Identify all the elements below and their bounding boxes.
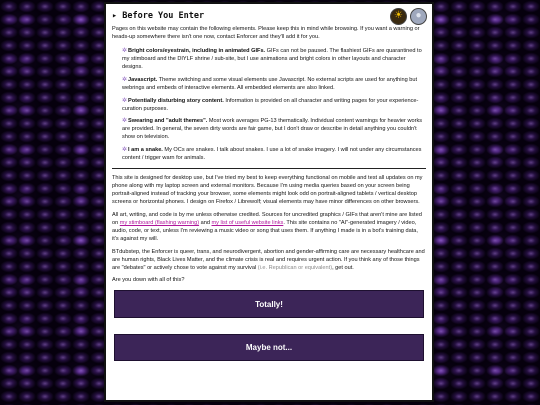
accept-button[interactable]: Totally!	[114, 290, 424, 319]
politics-notice: BTdubstep, the Enforcer is queer, trans,…	[112, 249, 426, 273]
warning-label: Potentially disturbing story content.	[128, 97, 224, 104]
sparkle-icon: ✲	[122, 147, 128, 154]
stimboard-link[interactable]: my stimboard (flashing warning)	[120, 220, 199, 226]
divider	[112, 168, 426, 170]
decline-button[interactable]: Maybe not...	[114, 334, 424, 362]
politics-text: , get out.	[332, 264, 354, 271]
theme-switcher: ☀ ●	[390, 7, 427, 25]
confirm-question: Are you down with all of this?	[112, 277, 185, 284]
dialog-titlebar: ▸ Before You Enter ☀ ●	[106, 4, 432, 26]
sparkle-icon: ✲	[122, 97, 128, 104]
dialog-title: ▸ Before You Enter	[112, 11, 205, 21]
warning-item: ✲Javascript. Theme switching and some vi…	[122, 76, 426, 93]
warning-item: ✲Swearing and "adult themes". Most work …	[122, 117, 426, 142]
credits-text: and	[199, 219, 212, 226]
warning-text: Theme switching and some visual elements…	[122, 76, 418, 91]
warning-item: ✲Bright colors/eyestrain, including in a…	[122, 47, 426, 72]
warning-item: ✲I am a snake. My OCs are snakes. I talk…	[122, 146, 426, 163]
politics-aside: (i.e. Republican or equivalent)	[257, 264, 333, 271]
moon-icon[interactable]: ●	[410, 7, 427, 25]
warning-label: I am a snake.	[128, 147, 163, 154]
desktop-notice: This site is designed for desktop use, b…	[112, 175, 423, 205]
warning-label: Swearing and "adult themes".	[128, 118, 208, 125]
warning-label: Javascript.	[128, 76, 158, 83]
useful-links-link[interactable]: my list of useful website links	[212, 220, 284, 226]
intro-text: Pages on this website may contain the fo…	[112, 26, 420, 40]
warning-item: ✲Potentially disturbing story content. I…	[122, 97, 426, 114]
warning-text: My OCs are snakes. I talk about snakes. …	[122, 147, 422, 162]
sparkle-icon: ✲	[122, 118, 128, 125]
dialog-body: Pages on this website may contain the fo…	[106, 26, 432, 285]
sparkle-icon: ✲	[122, 76, 128, 83]
warning-label: Bright colors/eyestrain, including in an…	[128, 47, 266, 54]
warning-list: ✲Bright colors/eyestrain, including in a…	[112, 47, 426, 163]
sun-icon[interactable]: ☀	[390, 7, 407, 25]
credits-notice: All art, writing, and code is by me unle…	[112, 212, 426, 244]
sparkle-icon: ✲	[122, 47, 128, 54]
before-you-enter-dialog: ▸ Before You Enter ☀ ● Pages on this web…	[104, 2, 434, 402]
